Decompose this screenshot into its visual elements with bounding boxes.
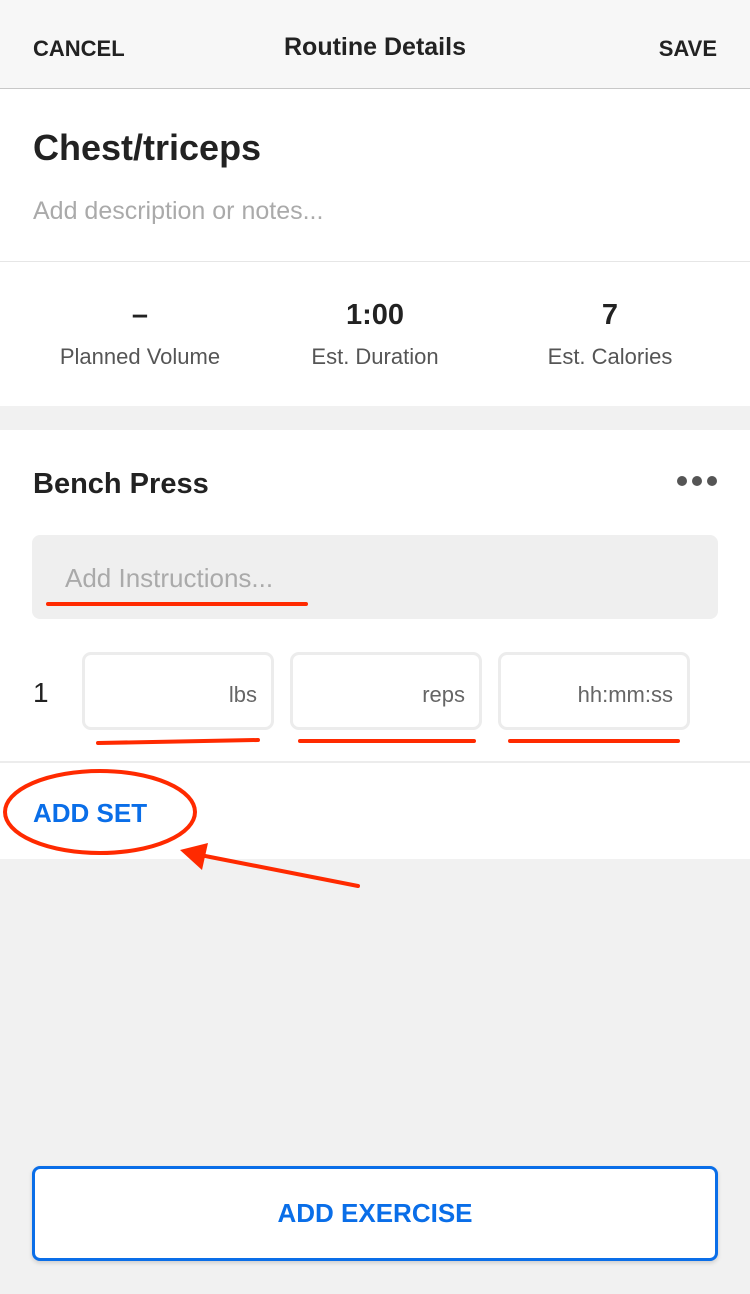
routine-summary: Chest/triceps Add description or notes..… bbox=[0, 89, 750, 406]
divider bbox=[0, 761, 750, 763]
set-number: 1 bbox=[33, 677, 49, 708]
stat-value: 7 bbox=[601, 299, 619, 331]
nav-header: CANCEL Routine Details SAVE bbox=[0, 0, 750, 89]
weight-input[interactable]: lbs bbox=[82, 652, 274, 730]
exercise-card: Bench Press Add Instructions... 1 lbs re… bbox=[0, 430, 750, 859]
stat-label: Planned Volume bbox=[59, 344, 221, 369]
save-button[interactable]: SAVE bbox=[659, 36, 717, 62]
stat-value: – bbox=[131, 299, 149, 331]
stat-value: 1:00 bbox=[345, 299, 405, 331]
annotation-arrow bbox=[198, 853, 360, 888]
exercise-name: Bench Press bbox=[33, 468, 209, 500]
instructions-input[interactable]: Add Instructions... bbox=[32, 535, 718, 619]
more-options-icon[interactable] bbox=[677, 476, 717, 486]
stat-label: Est. Calories bbox=[547, 344, 673, 369]
cancel-button[interactable]: CANCEL bbox=[33, 36, 125, 62]
routine-name[interactable]: Chest/triceps bbox=[33, 127, 261, 169]
stat-est-duration: 1:00 Est. Duration bbox=[255, 299, 495, 370]
reps-input[interactable]: reps bbox=[290, 652, 482, 730]
stat-est-calories: 7 Est. Calories bbox=[490, 299, 730, 370]
instructions-placeholder: Add Instructions... bbox=[65, 563, 274, 593]
description-input[interactable]: Add description or notes... bbox=[33, 197, 323, 226]
add-exercise-button[interactable]: ADD EXERCISE bbox=[32, 1166, 718, 1261]
divider bbox=[0, 261, 750, 262]
add-set-button[interactable]: ADD SET bbox=[33, 798, 147, 829]
stat-label: Est. Duration bbox=[311, 344, 439, 369]
time-input[interactable]: hh:mm:ss bbox=[498, 652, 690, 730]
stat-planned-volume: – Planned Volume bbox=[20, 299, 260, 370]
